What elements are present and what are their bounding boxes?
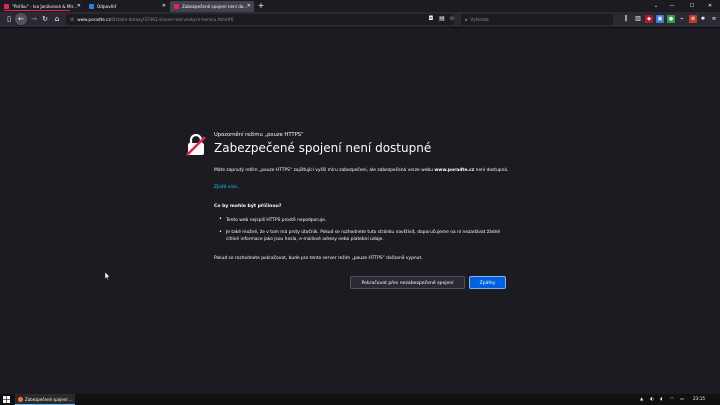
maximize-button[interactable]: ☐ — [684, 0, 700, 12]
tab-music[interactable]: "Pořiku" - Iva Janžurová & Mir... ✕ — [0, 1, 84, 12]
error-description-text: Máte zapnutý režim „pouze HTTPS“ zajišťu… — [214, 168, 435, 173]
mouse-cursor-icon — [105, 272, 110, 280]
windows-start-icon[interactable] — [3, 396, 10, 403]
tab-answer[interactable]: Odpověď ✕ — [85, 1, 169, 12]
tray-app-icon[interactable]: ◐ — [650, 396, 654, 401]
new-tab-button[interactable]: + — [256, 1, 266, 11]
learn-more-link[interactable]: Zjistit více... — [214, 184, 241, 191]
menu-icon[interactable]: ≡ — [710, 15, 718, 23]
tab-list-icon[interactable]: ⌄ — [648, 0, 664, 12]
firefox-icon — [18, 396, 23, 402]
tab-https-error[interactable]: Zabezpečené spojení není do... ✕ — [170, 1, 254, 12]
bullet-icon: • — [219, 216, 222, 222]
tab-label: "Pořiku" - Iva Janžurová & Mir... — [12, 4, 77, 9]
tab-label: Odpověď — [97, 4, 116, 9]
os-taskbar — [0, 394, 720, 405]
url-bar[interactable]: ⊘ www.poradte.cz /Ostatni-dotazy/37461-s… — [66, 14, 454, 25]
page-content — [0, 28, 720, 394]
cause-item: Je také možné, že v tom má prsty útočník… — [226, 230, 501, 242]
error-subtitle: Upozornění režimu „pouze HTTPS“ — [214, 132, 304, 138]
error-description: Máte zapnutý režim „pouze HTTPS“ zajišťu… — [214, 167, 514, 174]
search-icon: ⌕ — [465, 17, 468, 22]
go-back-button[interactable]: Zpátky — [469, 276, 506, 289]
tray-volume-icon[interactable]: ◖ — [660, 396, 662, 401]
search-placeholder: Vyhledat — [470, 17, 489, 22]
continue-explanation: Pokud se rozhodnete pokračovat, bude pro… — [214, 256, 423, 261]
minimize-button[interactable]: — — [664, 0, 680, 12]
warning-lock-icon[interactable]: ⊘ — [70, 17, 74, 23]
error-title: Zabezpečené spojení není dostupné — [214, 141, 432, 155]
taskbar-item-label: Zabezpečené spojení ... — [25, 396, 73, 402]
extensions-puzzle-icon[interactable]: ✱ — [699, 15, 707, 23]
playing-indicator — [4, 10, 70, 11]
extension-green-icon[interactable]: ● — [667, 15, 675, 23]
url-host: www.poradte.cz — [77, 17, 111, 22]
close-tab-icon[interactable]: ✕ — [162, 3, 166, 9]
reader-list-icon[interactable]: ▥ — [632, 13, 644, 25]
extension-adblock-icon[interactable]: ⊗ — [689, 15, 697, 23]
error-description-host: www.poradte.cz — [434, 168, 475, 173]
youtube-favicon-icon — [4, 4, 9, 9]
close-window-button[interactable]: ✕ — [702, 0, 718, 12]
tab-label: Zabezpečené spojení není do... — [182, 4, 248, 9]
continue-insecure-button[interactable]: Pokračovat přes nezabezpečené spojení — [350, 276, 465, 289]
checkbox-favicon-icon — [89, 4, 94, 9]
extension-link-icon[interactable]: ⌁ — [678, 15, 686, 23]
back-button[interactable]: ← — [15, 13, 27, 25]
bookmark-star-icon[interactable]: ☆ — [446, 13, 458, 25]
sidebar-icon[interactable]: ▯ — [3, 13, 15, 25]
url-path: /Ostatni-dotazy/37461-slavne-role-veskyc… — [110, 17, 234, 22]
tray-network-icon[interactable]: ▲ — [640, 396, 643, 401]
search-input[interactable]: ⌕ Vyhledat — [461, 14, 613, 25]
broken-lock-icon — [186, 134, 206, 156]
bullet-icon: • — [219, 229, 222, 235]
taskbar-clock[interactable]: 23:15 — [693, 396, 705, 401]
error-description-tail: není dostupná. — [474, 168, 509, 173]
cause-item: Tento web nejspíš HTTPS prostě nepodporu… — [226, 218, 327, 223]
close-tab-icon[interactable]: ✕ — [247, 3, 251, 9]
tray-keyboard-icon[interactable]: ▭ — [680, 396, 684, 401]
reload-button[interactable]: ↻ — [39, 13, 51, 25]
extension-counter-icon[interactable]: ▣ — [656, 15, 664, 23]
tray-wifi-icon[interactable]: ◠ — [670, 396, 674, 401]
warning-favicon-icon — [174, 4, 179, 9]
close-tab-icon[interactable]: ✕ — [77, 3, 81, 9]
causes-heading: Co by mohlo být příčinou? — [214, 204, 282, 209]
taskbar-firefox-item[interactable]: Zabezpečené spojení ... — [15, 394, 75, 405]
library-icon[interactable]: ‖ — [620, 13, 632, 25]
extension-red-icon[interactable]: ◆ — [645, 15, 653, 23]
home-button[interactable]: ⌂ — [51, 13, 63, 25]
